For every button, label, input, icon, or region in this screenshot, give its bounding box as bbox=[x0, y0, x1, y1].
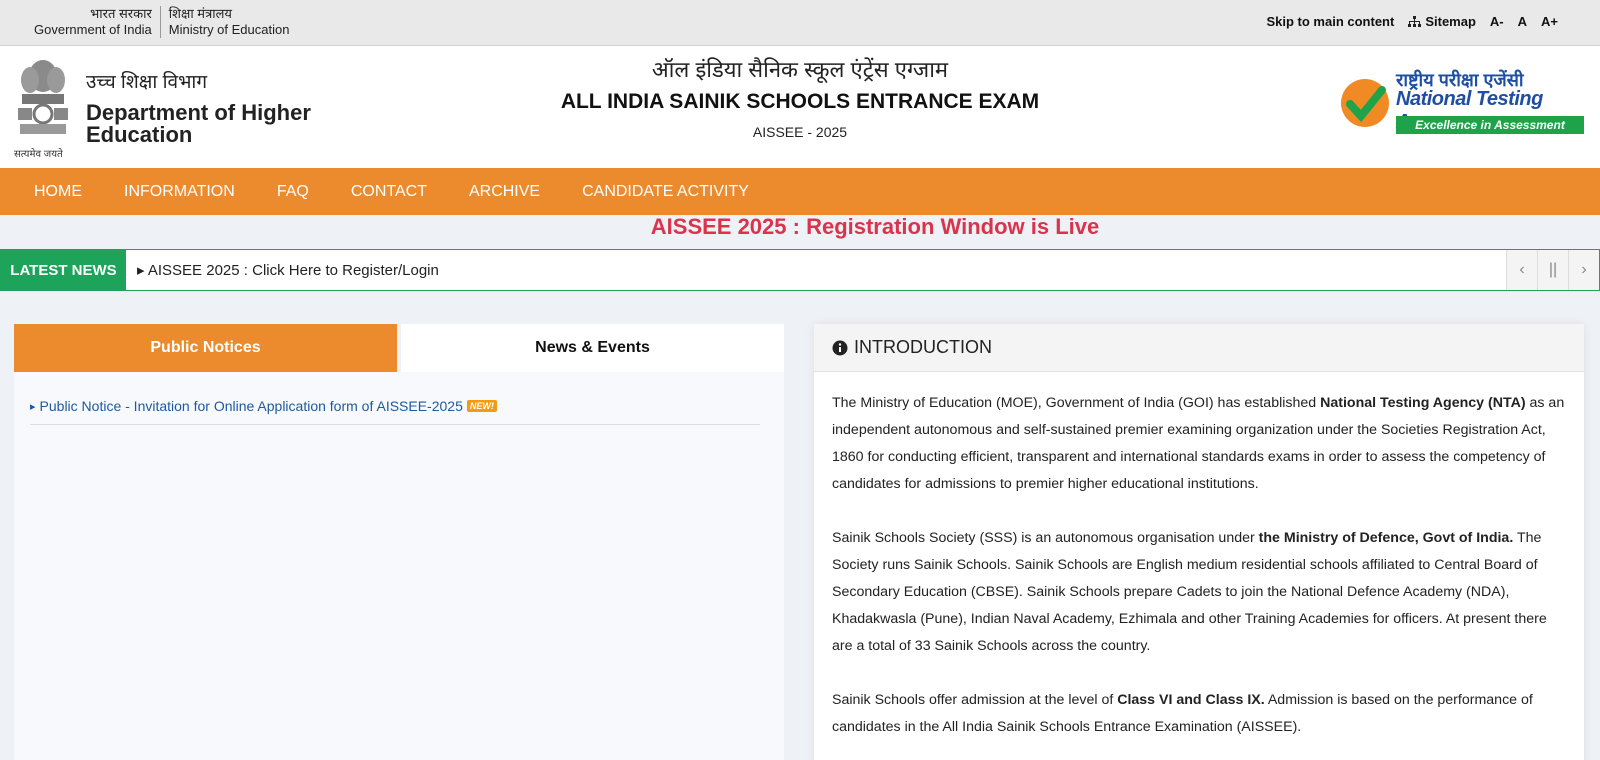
nav-information[interactable]: INFORMATION bbox=[124, 183, 235, 201]
sitemap-icon bbox=[1408, 15, 1422, 27]
ministry-en-label: Ministry of Education bbox=[168, 22, 290, 37]
exam-title-block: ऑल इंडिया सैनिक स्कूल एंट्रेंस एग्जाम AL… bbox=[400, 54, 1200, 140]
chevron-right-icon: › bbox=[1581, 261, 1587, 278]
tab-public-notices[interactable]: Public Notices bbox=[14, 324, 397, 372]
department-en-name: Department of Higher Education bbox=[86, 100, 311, 147]
national-emblem-icon bbox=[18, 60, 68, 134]
info-circle-icon bbox=[832, 340, 848, 355]
gov-top-bar: भारत सरकार Government of India शिक्षा मं… bbox=[0, 0, 1600, 46]
nav-contact[interactable]: CONTACT bbox=[351, 183, 427, 201]
gov-identity: भारत सरकार Government of India शिक्षा मं… bbox=[34, 6, 289, 38]
ticker-item-text: AISSEE 2025 : Click Here to Register/Log… bbox=[147, 262, 439, 279]
ticker-item[interactable]: ▸ AISSEE 2025 : Click Here to Register/L… bbox=[137, 261, 439, 279]
exam-title-en: ALL INDIA SAINIK SCHOOLS ENTRANCE EXAM bbox=[560, 90, 1040, 113]
ticker-prev-button[interactable]: ‹ bbox=[1506, 250, 1537, 290]
chevron-left-icon: ‹ bbox=[1519, 261, 1525, 278]
nav-home[interactable]: HOME bbox=[34, 183, 82, 201]
caret-right-icon: ▸ bbox=[30, 400, 36, 413]
emblem-motto: सत्यमेव जयते bbox=[14, 149, 63, 160]
ticker-controls: ‹ || › bbox=[1506, 250, 1599, 290]
caret-right-icon: ▸ bbox=[137, 262, 145, 279]
exam-subtitle: AISSEE - 2025 bbox=[752, 124, 848, 140]
department-hi-name: उच्च शिक्षा विभाग bbox=[86, 72, 208, 93]
nta-check-icon bbox=[1341, 79, 1389, 127]
ticker-pause-button[interactable]: || bbox=[1537, 250, 1568, 290]
intro-paragraph-2: Sainik Schools Society (SSS) is an auton… bbox=[832, 530, 1547, 654]
new-badge: NEW! bbox=[466, 400, 497, 412]
site-header: सत्यमेव जयते उच्च शिक्षा विभाग Departmen… bbox=[0, 46, 1600, 168]
sitemap-label: Sitemap bbox=[1425, 14, 1476, 29]
main-nav: HOME INFORMATION FAQ CONTACT ARCHIVE CAN… bbox=[0, 168, 1600, 215]
department-block[interactable]: उच्च शिक्षा विभाग Department of Higher E… bbox=[86, 68, 326, 146]
gov-en-label: Government of India bbox=[34, 22, 152, 37]
notices-panel: ▸ Public Notice - Invitation for Online … bbox=[14, 372, 784, 760]
nav-candidate-activity[interactable]: CANDIDATE ACTIVITY bbox=[582, 183, 749, 201]
exam-title-hi: ऑल इंडिया सैनिक स्कूल एंट्रेंस एग्जाम bbox=[651, 57, 949, 82]
introduction-title: INTRODUCTION bbox=[854, 337, 992, 357]
ticker-next-button[interactable]: › bbox=[1568, 250, 1599, 290]
nav-faq[interactable]: FAQ bbox=[277, 183, 309, 201]
latest-news-label: LATEST NEWS bbox=[1, 250, 126, 290]
tab-news-events[interactable]: News & Events bbox=[401, 324, 784, 372]
nav-archive[interactable]: ARCHIVE bbox=[469, 183, 540, 201]
intro-paragraph-1: The Ministry of Education (MOE), Governm… bbox=[832, 395, 1565, 492]
accessibility-links: Skip to main content Sitemap A- A A+ bbox=[1266, 14, 1558, 29]
font-decrease-button[interactable]: A- bbox=[1490, 14, 1504, 29]
pause-icon: || bbox=[1548, 261, 1558, 278]
skip-to-main-link[interactable]: Skip to main content bbox=[1266, 14, 1394, 29]
intro-paragraph-3: Sainik Schools offer admission at the le… bbox=[832, 692, 1533, 735]
introduction-card: INTRODUCTION The Ministry of Education (… bbox=[814, 324, 1584, 760]
notice-item[interactable]: ▸ Public Notice - Invitation for Online … bbox=[30, 398, 760, 425]
notices-tabs: Public Notices News & Events bbox=[14, 324, 784, 372]
introduction-body: The Ministry of Education (MOE), Governm… bbox=[814, 372, 1584, 741]
ministry-hi-label: शिक्षा मंत्रालय bbox=[168, 6, 232, 21]
introduction-header: INTRODUCTION bbox=[814, 324, 1584, 372]
gov-hi-label: भारत सरकार bbox=[90, 6, 152, 21]
notice-item-text: Public Notice - Invitation for Online Ap… bbox=[39, 398, 463, 414]
nta-tagline: Excellence in Assessment bbox=[1396, 116, 1584, 134]
font-increase-button[interactable]: A+ bbox=[1541, 14, 1558, 29]
sitemap-link[interactable]: Sitemap bbox=[1408, 14, 1476, 29]
font-normal-button[interactable]: A bbox=[1518, 14, 1527, 29]
latest-news-ticker: LATEST NEWS ▸ AISSEE 2025 : Click Here t… bbox=[0, 249, 1600, 291]
nta-logo[interactable]: राष्ट्रीय परीक्षा एजेंसी National Testin… bbox=[1338, 68, 1586, 138]
registration-headline: AISSEE 2025 : Registration Window is Liv… bbox=[650, 214, 1100, 239]
